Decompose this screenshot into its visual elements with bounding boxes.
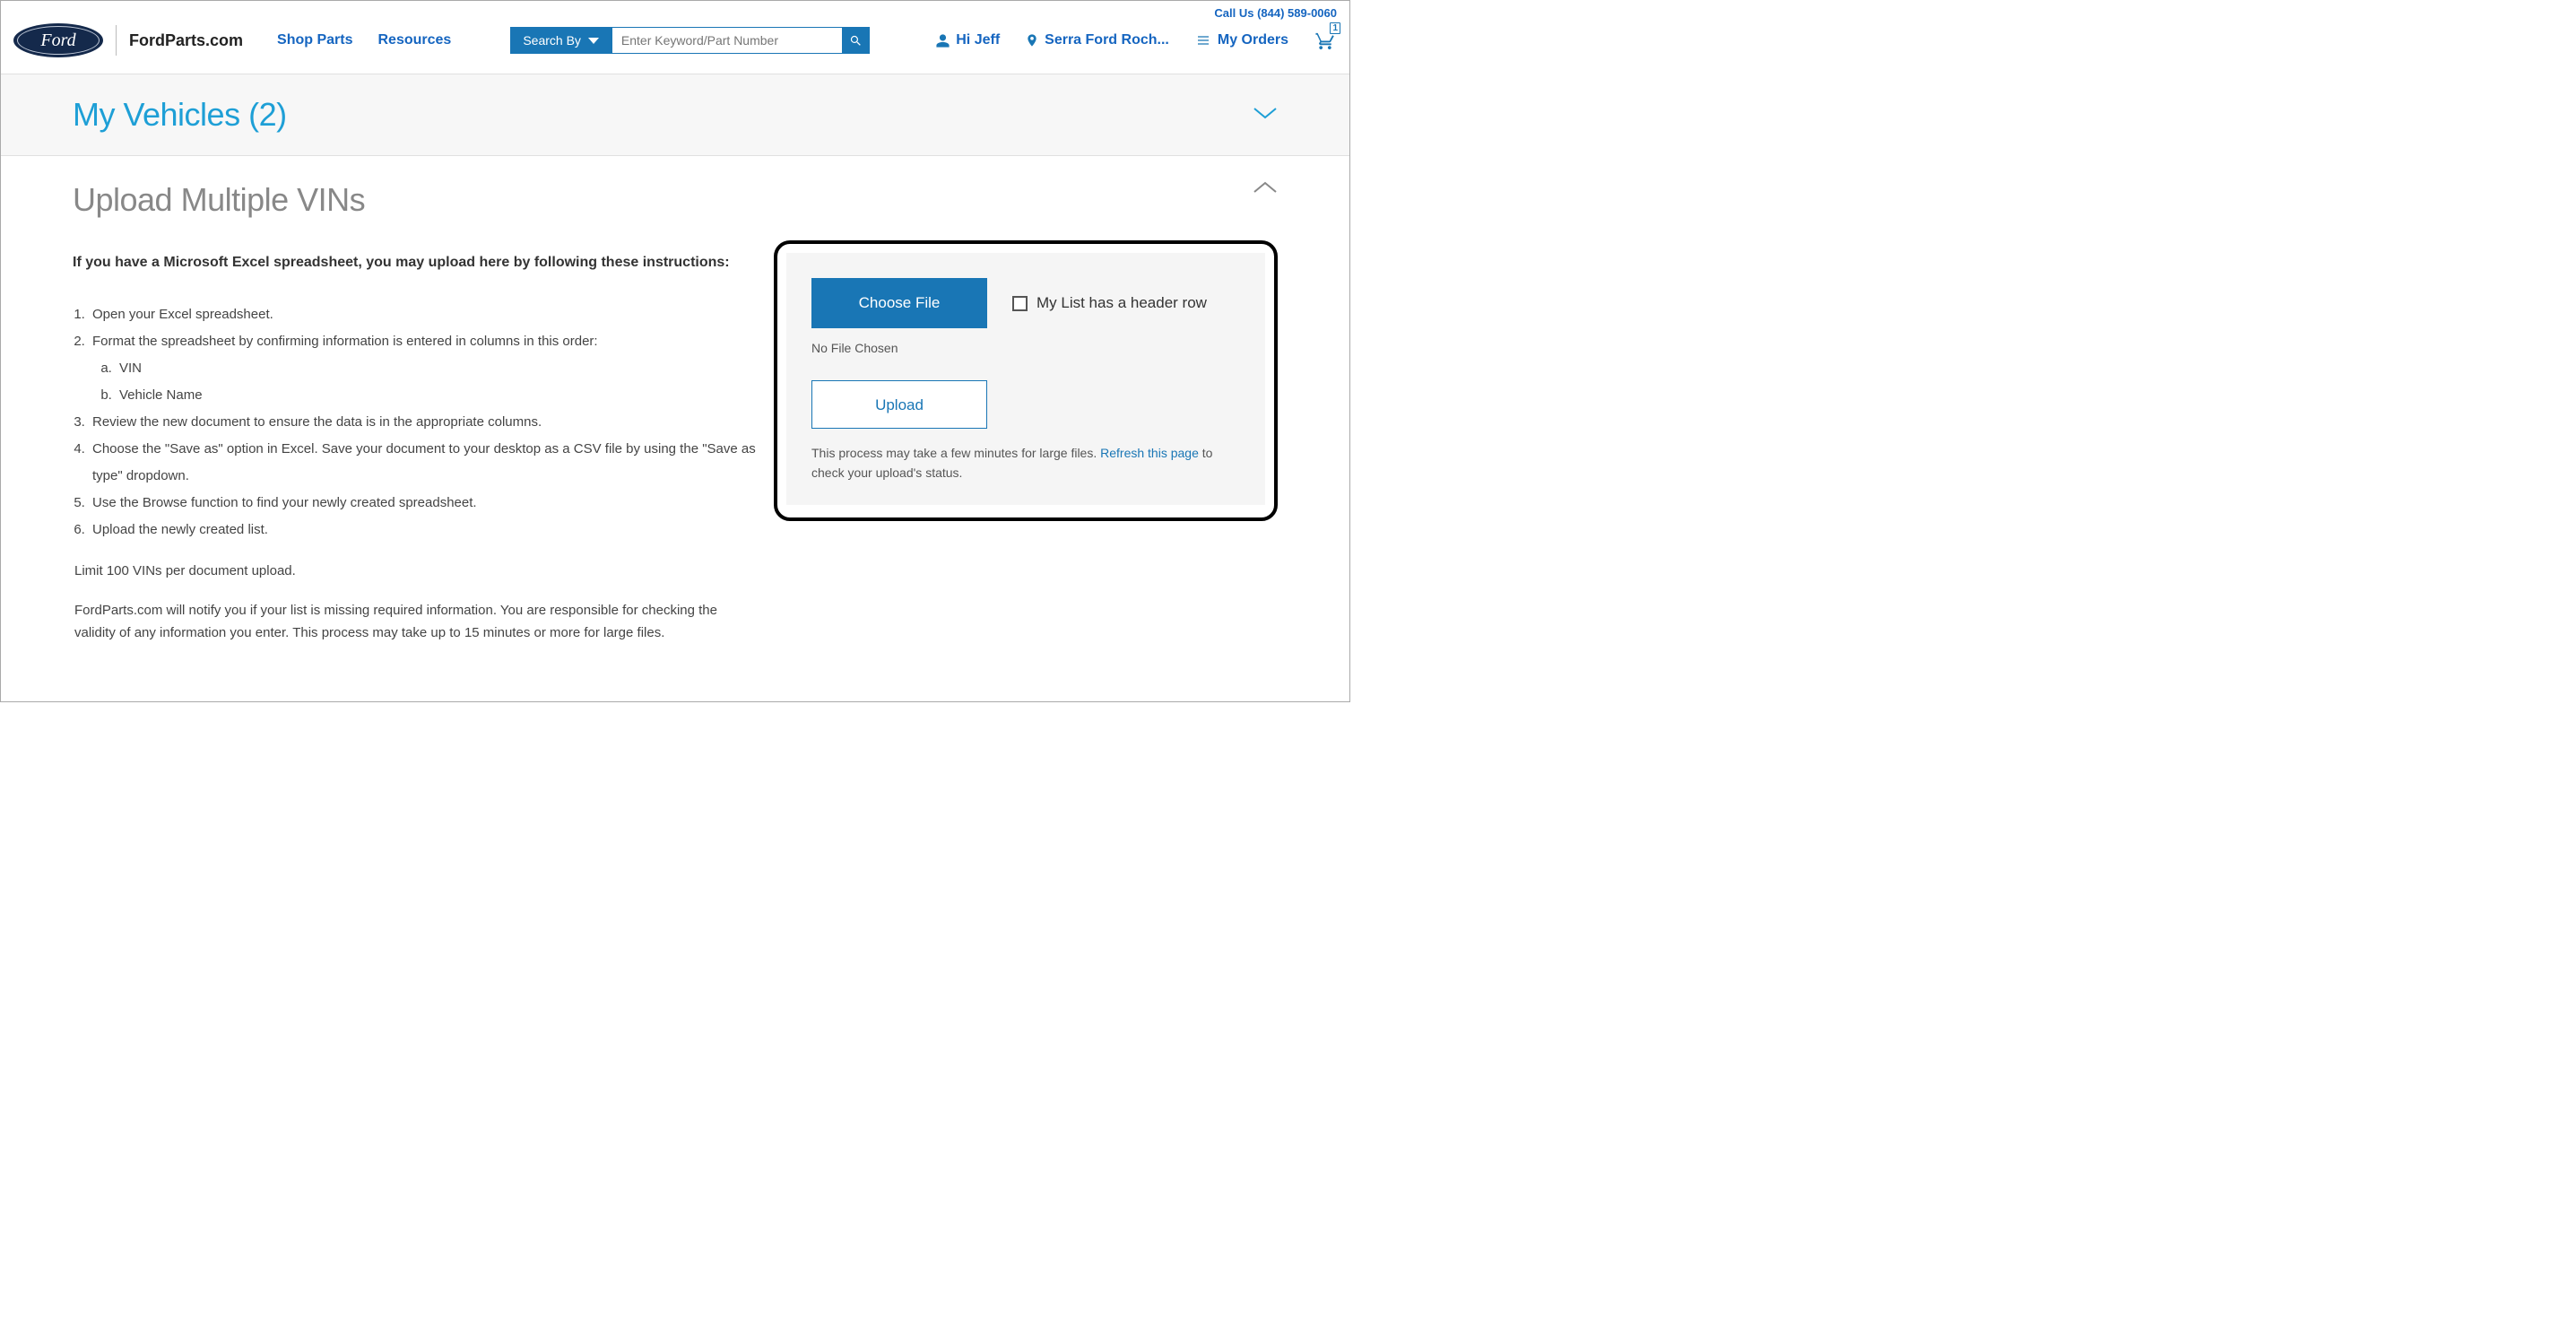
list-item: Upload the newly created list. xyxy=(89,517,756,543)
upload-hint-prefix: This process may take a few minutes for … xyxy=(811,446,1100,460)
list-item: Open your Excel spreadsheet. xyxy=(89,301,756,328)
footer-note: FordParts.com will notify you if your li… xyxy=(73,599,756,645)
search-icon xyxy=(849,34,863,48)
refresh-page-link[interactable]: Refresh this page xyxy=(1100,446,1199,460)
search-by-dropdown[interactable]: Search By xyxy=(510,27,611,54)
site-header: Ford FordParts.com Shop Parts Resources … xyxy=(1,20,1349,74)
ford-logo[interactable]: Ford xyxy=(13,23,103,57)
header-row-checkbox[interactable] xyxy=(1012,296,1028,311)
sub-list: VIN Vehicle Name xyxy=(92,355,756,409)
logo-divider xyxy=(116,25,117,56)
upload-box: Choose File My List has a header row No … xyxy=(786,253,1265,505)
call-us-link[interactable]: Call Us (844) 589-0060 xyxy=(1214,6,1337,20)
my-vehicles-band: My Vehicles (2) xyxy=(1,74,1349,156)
upload-hint: This process may take a few minutes for … xyxy=(811,443,1240,483)
nav-resources[interactable]: Resources xyxy=(378,32,452,48)
list-item: Vehicle Name xyxy=(116,382,756,409)
choose-file-button[interactable]: Choose File xyxy=(811,278,987,328)
chevron-up-icon xyxy=(1253,181,1278,194)
list-item: Use the Browse function to find your new… xyxy=(89,490,756,517)
upload-button[interactable]: Upload xyxy=(811,380,987,429)
my-orders-text: My Orders xyxy=(1218,32,1288,48)
my-orders-link[interactable]: My Orders xyxy=(1194,32,1288,48)
logo-group: Ford FordParts.com xyxy=(13,23,243,57)
greeting-text: Hi Jeff xyxy=(956,32,1000,48)
dealer-link[interactable]: Serra Ford Roch... xyxy=(1025,31,1169,49)
greeting-link[interactable]: Hi Jeff xyxy=(935,32,1000,49)
list-item: Review the new document to ensure the da… xyxy=(89,409,756,436)
chevron-down-icon xyxy=(1253,107,1278,119)
section-title: Upload Multiple VINs xyxy=(73,181,365,219)
upload-frame-highlight: Choose File My List has a header row No … xyxy=(774,240,1278,521)
search-button[interactable] xyxy=(843,27,870,54)
primary-nav: Shop Parts Resources xyxy=(277,32,451,48)
ford-logo-text: Ford xyxy=(17,26,100,55)
cart-link[interactable]: 1 xyxy=(1314,30,1337,51)
location-icon xyxy=(1025,31,1039,49)
list-item: VIN xyxy=(116,355,756,382)
search-input[interactable] xyxy=(611,27,843,54)
expand-my-vehicles[interactable] xyxy=(1253,107,1278,124)
collapse-section[interactable] xyxy=(1253,181,1278,198)
list-item: Format the spreadsheet by confirming inf… xyxy=(89,328,756,409)
cart-badge: 1 xyxy=(1330,22,1340,34)
user-icon xyxy=(935,32,950,49)
list-item: Choose the "Save as" option in Excel. Sa… xyxy=(89,436,756,490)
limit-text: Limit 100 VINs per document upload. xyxy=(73,560,756,583)
header-right: Hi Jeff Serra Ford Roch... My Orders 1 xyxy=(935,30,1337,51)
nav-shop-parts[interactable]: Shop Parts xyxy=(277,32,352,48)
dealer-text: Serra Ford Roch... xyxy=(1045,32,1169,48)
header-row-checkbox-group: My List has a header row xyxy=(1012,294,1207,312)
list-item-text: Format the spreadsheet by confirming inf… xyxy=(92,334,598,349)
no-file-text: No File Chosen xyxy=(811,341,1240,355)
list-icon xyxy=(1194,33,1212,48)
search-group: Search By xyxy=(510,27,870,54)
my-vehicles-title: My Vehicles (2) xyxy=(73,96,287,134)
brand-name[interactable]: FordParts.com xyxy=(129,31,243,50)
header-row-label: My List has a header row xyxy=(1036,294,1207,312)
chevron-down-icon xyxy=(588,38,599,44)
upload-intro: If you have a Microsoft Excel spreadshee… xyxy=(73,255,756,271)
instruction-list: Open your Excel spreadsheet. Format the … xyxy=(73,301,756,543)
search-by-label: Search By xyxy=(523,33,581,48)
